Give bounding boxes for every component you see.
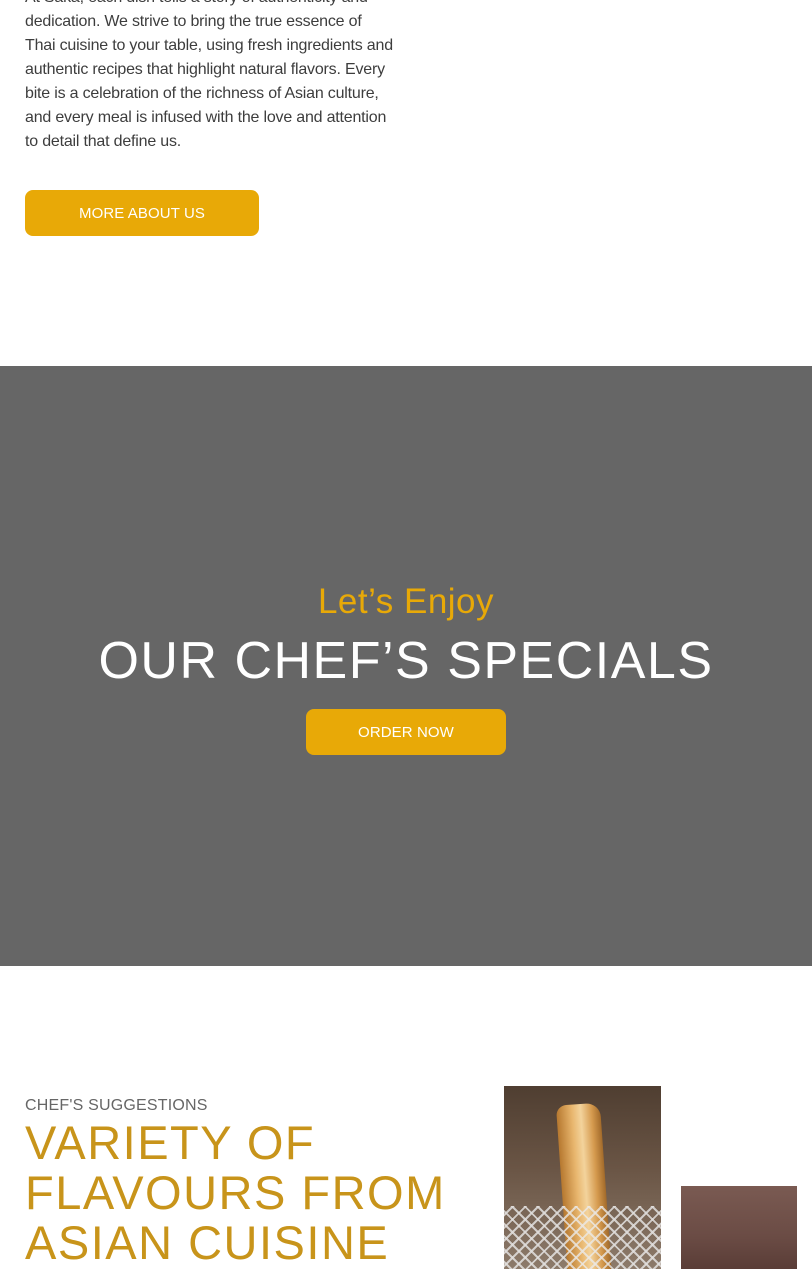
spring-roll-image	[504, 1086, 661, 1269]
banner-subtitle: Let’s Enjoy	[317, 582, 495, 621]
chef-specials-banner: Let’s Enjoy OUR CHEF’S SPECIALS ORDER NO…	[0, 366, 812, 966]
more-about-us-button[interactable]: MORE ABOUT US	[25, 190, 259, 236]
section-title: VARIETY OF FLAVOURS FROM ASIAN CUISINE	[25, 1116, 446, 1269]
section-eyebrow: CHEF'S SUGGESTIONS	[25, 1097, 208, 1114]
fry-basket-shape	[504, 1206, 661, 1269]
banner-title: OUR CHEF’S SPECIALS	[98, 632, 714, 690]
about-paragraph: At Saka, each dish tells a story of auth…	[25, 0, 393, 150]
order-now-button[interactable]: ORDER NOW	[306, 709, 506, 755]
dish-image	[681, 1186, 797, 1269]
